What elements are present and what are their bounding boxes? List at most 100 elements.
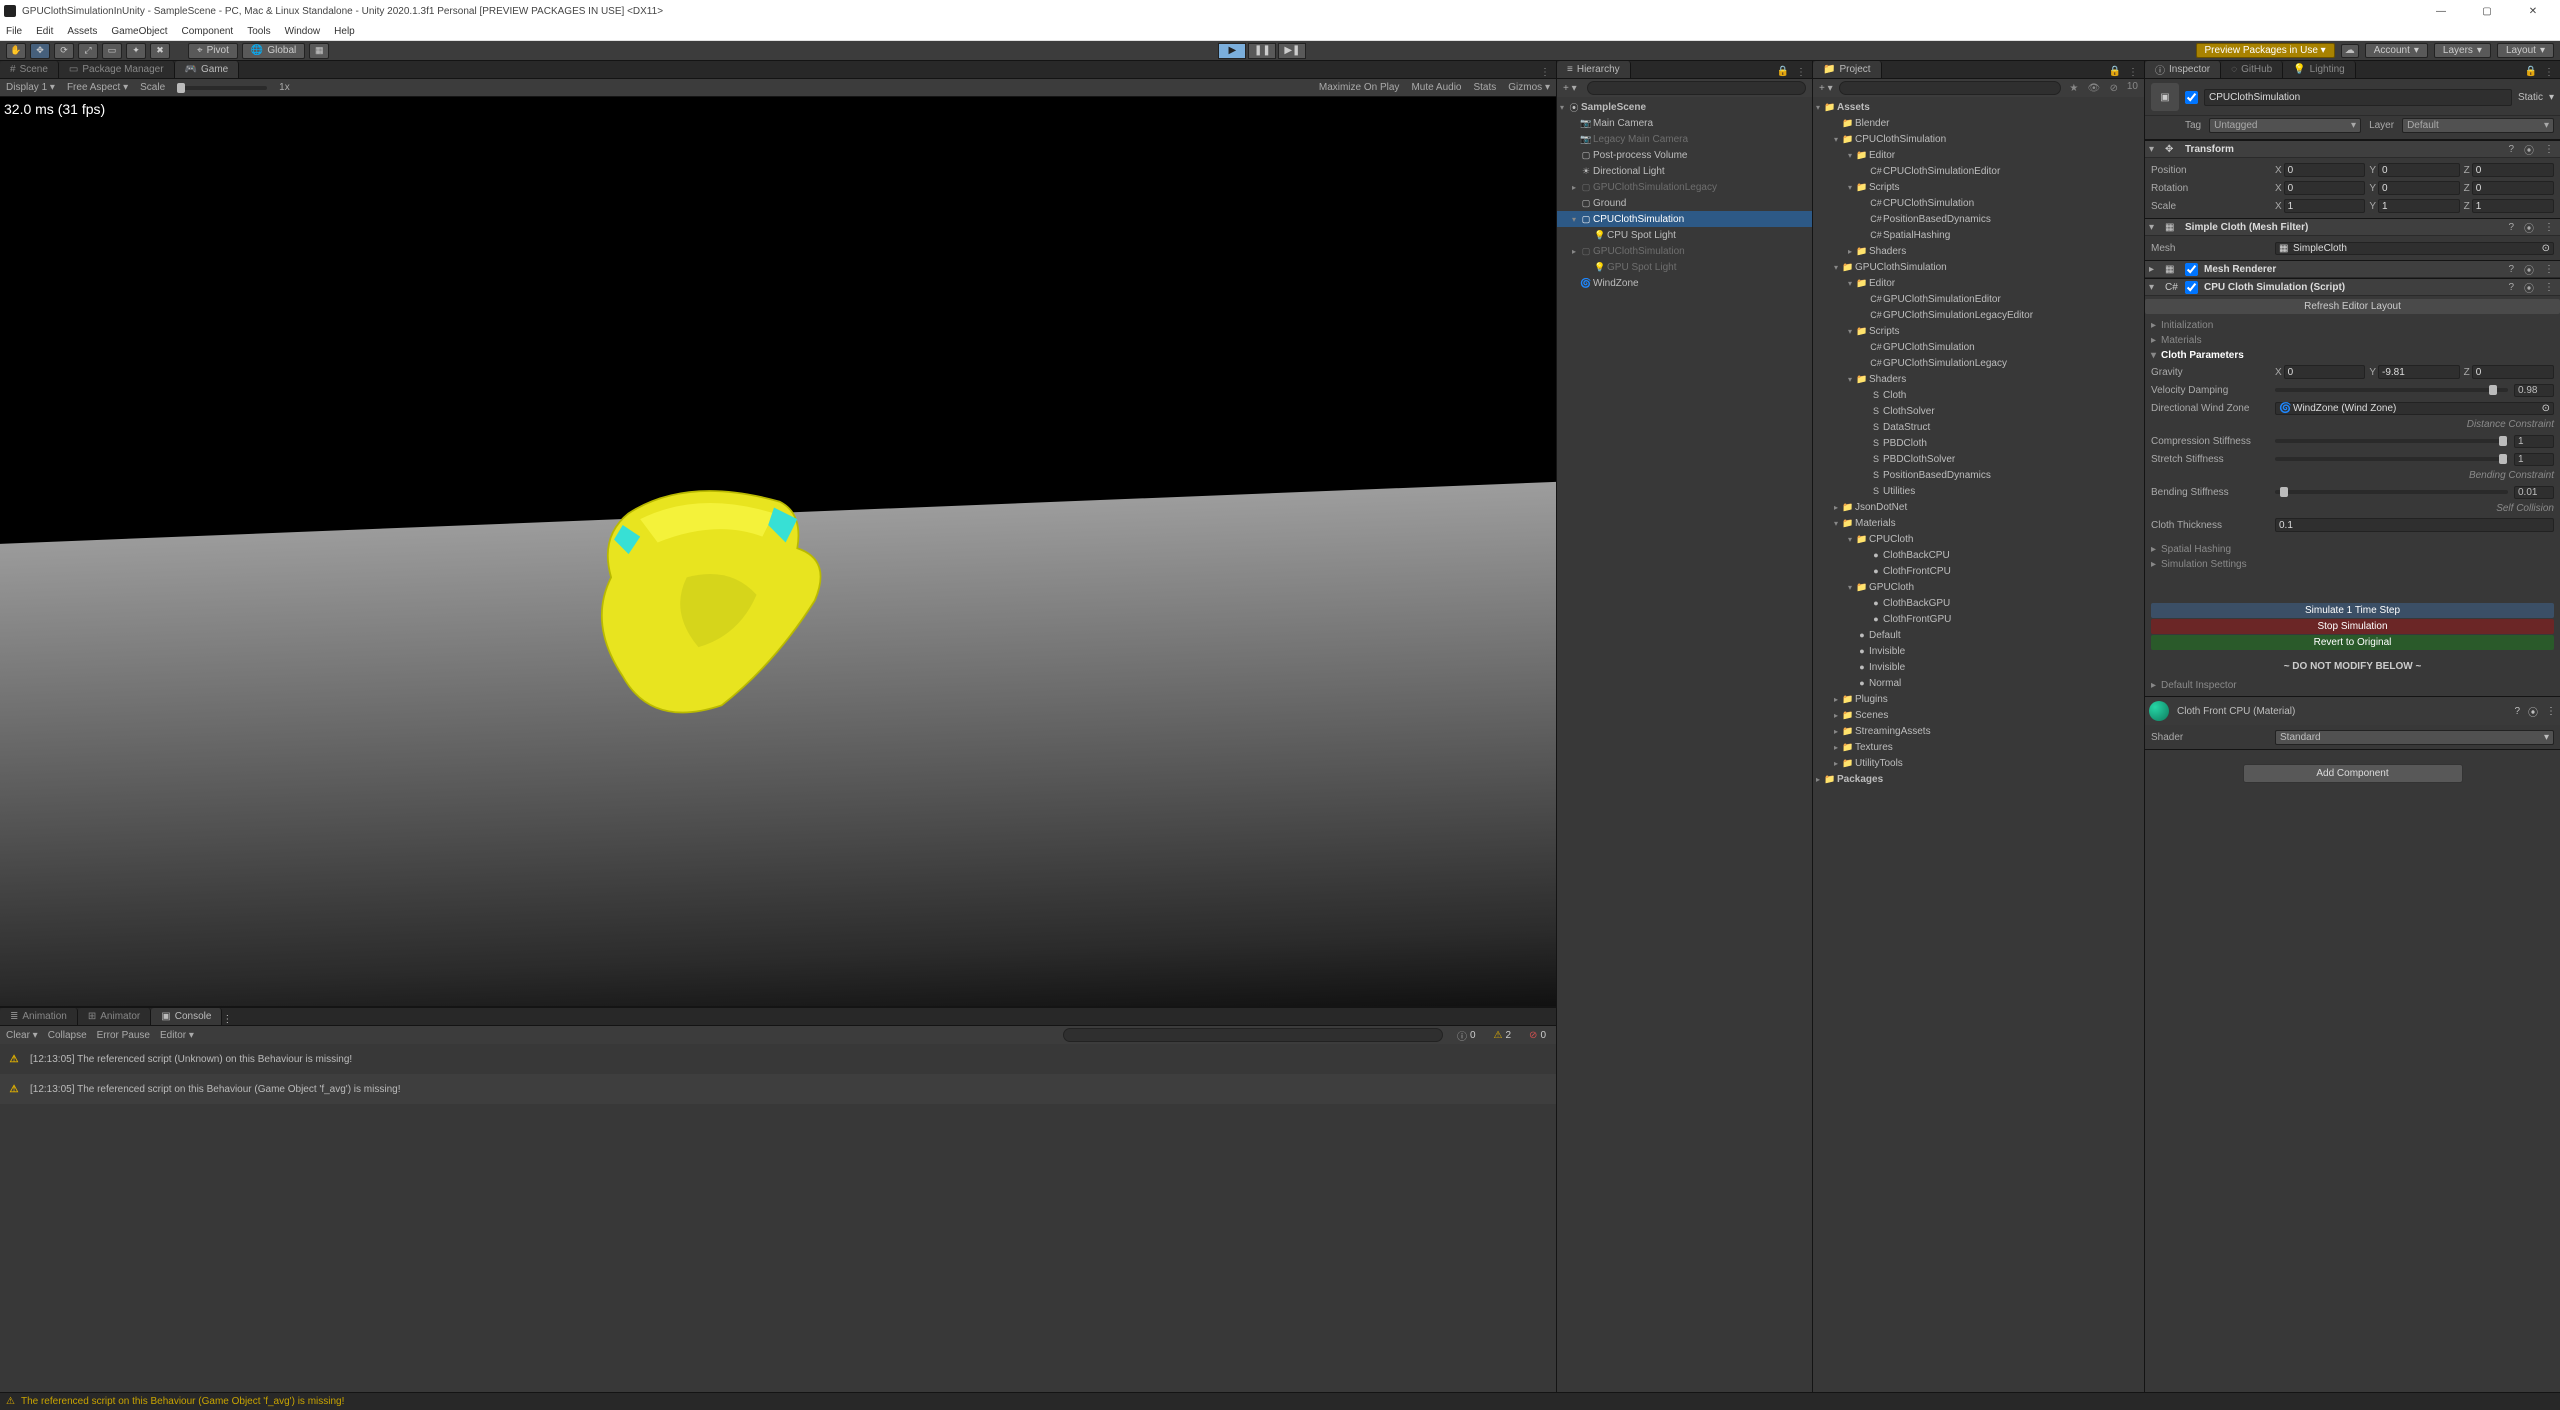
meshfilter-component-header[interactable]: ▾▦ Simple Cloth (Mesh Filter) ?⦿⋮ <box>2145 218 2560 236</box>
project-create-button[interactable]: + ▾ <box>1819 83 1833 94</box>
bottom-tab-options-button[interactable]: ⋮ <box>222 1014 232 1025</box>
console-clear-button[interactable]: Clear ▾ <box>6 1030 38 1041</box>
bending-stiffness-slider[interactable] <box>2275 490 2508 494</box>
console-collapse-toggle[interactable]: Collapse <box>48 1030 87 1041</box>
tab-lighting[interactable]: 💡Lighting <box>2283 61 2355 78</box>
refresh-editor-layout-button[interactable]: Refresh Editor Layout <box>2145 299 2560 314</box>
scale-y-field[interactable]: 1 <box>2378 199 2460 213</box>
inspector-lock-icon[interactable]: 🔒 <box>2524 64 2538 78</box>
menu-component[interactable]: Component <box>182 26 234 37</box>
project-lock-icon[interactable]: 🔒 <box>2108 64 2122 78</box>
scale-z-field[interactable]: 1 <box>2472 199 2554 213</box>
aspect-dropdown[interactable]: Free Aspect ▾ <box>67 82 128 93</box>
tab-hierarchy[interactable]: ≡Hierarchy <box>1557 61 1631 78</box>
hierarchy-tree[interactable]: ▾⦿ SampleScene 📷Main Camera📷Legacy Main … <box>1557 97 1812 1392</box>
transform-tool-button[interactable]: ✦ <box>126 43 146 59</box>
project-item[interactable]: C#SpatialHashing <box>1813 227 2144 243</box>
console-error-count[interactable]: ⊘0 <box>1525 1030 1550 1041</box>
menu-file[interactable]: File <box>6 26 22 37</box>
project-item[interactable]: ▾📁CPUCloth <box>1813 531 2144 547</box>
tab-project[interactable]: 📁Project <box>1813 61 1882 78</box>
cloth-thickness-field[interactable]: 0.1 <box>2275 518 2554 532</box>
scale-tool-button[interactable]: ⤢ <box>78 43 98 59</box>
preview-packages-badge[interactable]: Preview Packages in Use ▾ <box>2196 43 2335 58</box>
revert-to-original-button[interactable]: Revert to Original <box>2151 635 2554 650</box>
velocity-damping-slider[interactable] <box>2275 388 2508 392</box>
project-search-field[interactable] <box>1839 81 2061 95</box>
layer-dropdown[interactable]: Default▾ <box>2402 118 2554 133</box>
position-z-field[interactable]: 0 <box>2472 163 2554 177</box>
spatial-hashing-foldout[interactable]: ▸Spatial Hashing <box>2151 542 2554 557</box>
gravity-z-field[interactable]: 0 <box>2472 365 2554 379</box>
stretch-stiffness-slider[interactable] <box>2275 457 2508 461</box>
position-y-field[interactable]: 0 <box>2378 163 2460 177</box>
bending-stiffness-field[interactable]: 0.01 <box>2514 486 2554 499</box>
cpucloth-script-header[interactable]: ▾C# CPU Cloth Simulation (Script) ?⦿⋮ <box>2145 278 2560 296</box>
display-dropdown[interactable]: Display 1 ▾ <box>6 82 55 93</box>
scale-slider[interactable] <box>177 86 267 90</box>
project-item[interactable]: SClothSolver <box>1813 403 2144 419</box>
tab-animation[interactable]: ≣Animation <box>0 1008 78 1025</box>
project-item[interactable]: SPBDCloth <box>1813 435 2144 451</box>
project-item[interactable]: ▸📁StreamingAssets <box>1813 723 2144 739</box>
project-assets-root[interactable]: ▾📁 Assets <box>1813 99 2144 115</box>
project-item[interactable]: ▸📁JsonDotNet <box>1813 499 2144 515</box>
hierarchy-item[interactable]: 📷Main Camera <box>1557 115 1812 131</box>
play-button[interactable]: ▶ <box>1218 43 1246 59</box>
project-item[interactable]: ▾📁Scripts <box>1813 323 2144 339</box>
mesh-object-field[interactable]: ▦SimpleCloth⊙ <box>2275 242 2554 255</box>
gravity-y-field[interactable]: -9.81 <box>2378 365 2460 379</box>
hierarchy-item[interactable]: ☀Directional Light <box>1557 163 1812 179</box>
project-item[interactable]: ●ClothBackGPU <box>1813 595 2144 611</box>
hidden-icon[interactable]: 👁 <box>2087 81 2101 95</box>
hierarchy-item[interactable]: 📷Legacy Main Camera <box>1557 131 1812 147</box>
default-inspector-foldout[interactable]: ▸Default Inspector <box>2151 678 2554 693</box>
project-item[interactable]: ▾📁Scripts <box>1813 179 2144 195</box>
project-item[interactable]: C#CPUClothSimulationEditor <box>1813 163 2144 179</box>
tab-game[interactable]: 🎮Game <box>175 61 240 78</box>
project-item[interactable]: ▾📁Shaders <box>1813 371 2144 387</box>
hierarchy-scene-root[interactable]: ▾⦿ SampleScene <box>1557 99 1812 115</box>
project-item[interactable]: ●Invisible <box>1813 643 2144 659</box>
custom-tool-button[interactable]: ✖ <box>150 43 170 59</box>
gameobject-active-checkbox[interactable] <box>2185 91 2198 104</box>
global-toggle[interactable]: 🌐Global <box>242 43 305 59</box>
mute-audio-toggle[interactable]: Mute Audio <box>1411 82 1461 93</box>
stretch-stiffness-field[interactable]: 1 <box>2514 453 2554 466</box>
close-button[interactable]: ✕ <box>2510 0 2556 22</box>
project-item[interactable]: ▾📁CPUClothSimulation <box>1813 131 2144 147</box>
project-item[interactable]: C#GPUClothSimulationLegacy <box>1813 355 2144 371</box>
project-item[interactable]: SDataStruct <box>1813 419 2144 435</box>
project-options-button[interactable]: ⋮ <box>2122 67 2144 78</box>
hierarchy-search-field[interactable] <box>1587 81 1806 95</box>
maximize-button[interactable]: ▢ <box>2464 0 2510 22</box>
project-item[interactable]: ▸📁UtilityTools <box>1813 755 2144 771</box>
console-info-count[interactable]: ⓘ0 <box>1453 1028 1480 1043</box>
stop-simulation-button[interactable]: Stop Simulation <box>2151 619 2554 634</box>
script-enabled-checkbox[interactable] <box>2185 281 2198 294</box>
console-warn-count[interactable]: ⚠2 <box>1490 1030 1516 1041</box>
menu-tools[interactable]: Tools <box>247 26 270 37</box>
gizmos-dropdown[interactable]: Gizmos ▾ <box>1508 82 1550 93</box>
console-search-field[interactable] <box>1063 1028 1443 1042</box>
layout-dropdown[interactable]: Layout▾ <box>2497 43 2554 58</box>
console-body[interactable]: ⚠ [12:13:05] The referenced script (Unkn… <box>0 1044 1556 1392</box>
menu-window[interactable]: Window <box>285 26 321 37</box>
rotate-tool-button[interactable]: ⟳ <box>54 43 74 59</box>
menu-help[interactable]: Help <box>334 26 355 37</box>
hierarchy-item[interactable]: ▢Post-process Volume <box>1557 147 1812 163</box>
material-header[interactable]: Cloth Front CPU (Material) ?⦿⋮ <box>2145 696 2560 725</box>
hierarchy-item[interactable]: ▸▢GPUClothSimulationLegacy <box>1557 179 1812 195</box>
menu-edit[interactable]: Edit <box>36 26 53 37</box>
hand-tool-button[interactable]: ✋ <box>6 43 26 59</box>
hierarchy-item[interactable]: 🌀WindZone <box>1557 275 1812 291</box>
project-item[interactable]: ▸📁Shaders <box>1813 243 2144 259</box>
project-item[interactable]: SPBDClothSolver <box>1813 451 2144 467</box>
minimize-button[interactable]: — <box>2418 0 2464 22</box>
project-item[interactable]: C#GPUClothSimulation <box>1813 339 2144 355</box>
hierarchy-item[interactable]: ▢Ground <box>1557 195 1812 211</box>
project-item[interactable]: SUtilities <box>1813 483 2144 499</box>
project-item[interactable]: SCloth <box>1813 387 2144 403</box>
project-item[interactable]: ▸📁Scenes <box>1813 707 2144 723</box>
menu-assets[interactable]: Assets <box>67 26 97 37</box>
